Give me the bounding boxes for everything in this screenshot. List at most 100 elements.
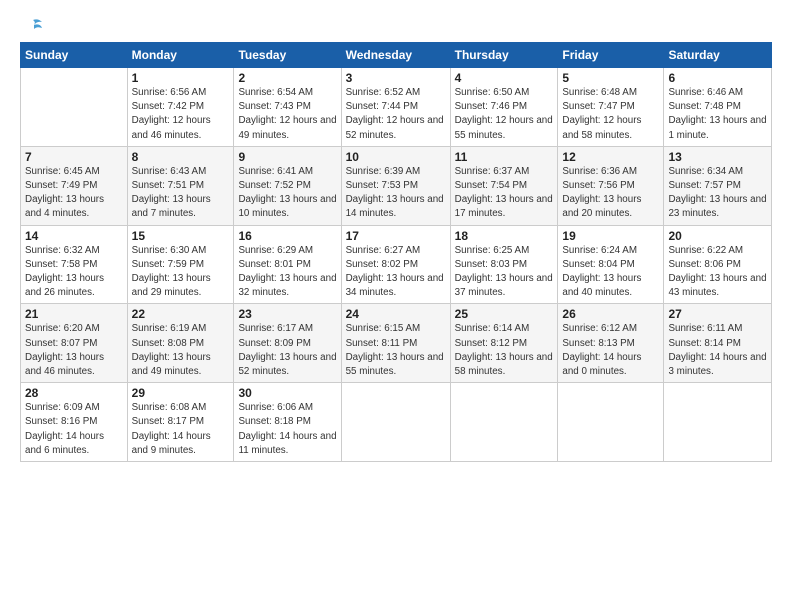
day-number: 6 — [668, 71, 767, 85]
calendar-cell: 29Sunrise: 6:08 AM Sunset: 8:17 PM Dayli… — [127, 383, 234, 462]
day-number: 2 — [238, 71, 336, 85]
day-number: 12 — [562, 150, 659, 164]
day-number: 26 — [562, 307, 659, 321]
calendar-cell: 19Sunrise: 6:24 AM Sunset: 8:04 PM Dayli… — [558, 225, 664, 304]
calendar-cell: 10Sunrise: 6:39 AM Sunset: 7:53 PM Dayli… — [341, 146, 450, 225]
day-number: 24 — [346, 307, 446, 321]
day-info: Sunrise: 6:25 AM Sunset: 8:03 PM Dayligh… — [455, 244, 554, 301]
day-info: Sunrise: 6:43 AM Sunset: 7:51 PM Dayligh… — [132, 165, 230, 222]
calendar-cell: 22Sunrise: 6:19 AM Sunset: 8:08 PM Dayli… — [127, 304, 234, 383]
day-number: 1 — [132, 71, 230, 85]
weekday-header-row: SundayMondayTuesdayWednesdayThursdayFrid… — [21, 43, 772, 68]
day-info: Sunrise: 6:34 AM Sunset: 7:57 PM Dayligh… — [668, 165, 767, 222]
day-info: Sunrise: 6:30 AM Sunset: 7:59 PM Dayligh… — [132, 244, 230, 301]
calendar-cell: 28Sunrise: 6:09 AM Sunset: 8:16 PM Dayli… — [21, 383, 128, 462]
calendar-cell: 11Sunrise: 6:37 AM Sunset: 7:54 PM Dayli… — [450, 146, 558, 225]
calendar-cell: 13Sunrise: 6:34 AM Sunset: 7:57 PM Dayli… — [664, 146, 772, 225]
calendar-cell: 1Sunrise: 6:56 AM Sunset: 7:42 PM Daylig… — [127, 68, 234, 147]
day-info: Sunrise: 6:46 AM Sunset: 7:48 PM Dayligh… — [668, 86, 767, 143]
day-info: Sunrise: 6:19 AM Sunset: 8:08 PM Dayligh… — [132, 322, 230, 379]
day-number: 18 — [455, 229, 554, 243]
day-info: Sunrise: 6:20 AM Sunset: 8:07 PM Dayligh… — [25, 322, 123, 379]
calendar-table: SundayMondayTuesdayWednesdayThursdayFrid… — [20, 42, 772, 462]
day-number: 14 — [25, 229, 123, 243]
day-number: 4 — [455, 71, 554, 85]
calendar-cell: 18Sunrise: 6:25 AM Sunset: 8:03 PM Dayli… — [450, 225, 558, 304]
day-info: Sunrise: 6:27 AM Sunset: 8:02 PM Dayligh… — [346, 244, 446, 301]
day-number: 3 — [346, 71, 446, 85]
calendar-cell: 9Sunrise: 6:41 AM Sunset: 7:52 PM Daylig… — [234, 146, 341, 225]
day-number: 13 — [668, 150, 767, 164]
day-info: Sunrise: 6:37 AM Sunset: 7:54 PM Dayligh… — [455, 165, 554, 222]
day-info: Sunrise: 6:48 AM Sunset: 7:47 PM Dayligh… — [562, 86, 659, 143]
day-number: 27 — [668, 307, 767, 321]
weekday-saturday: Saturday — [664, 43, 772, 68]
day-number: 25 — [455, 307, 554, 321]
day-number: 28 — [25, 386, 123, 400]
day-number: 9 — [238, 150, 336, 164]
calendar-cell: 20Sunrise: 6:22 AM Sunset: 8:06 PM Dayli… — [664, 225, 772, 304]
week-row-1: 1Sunrise: 6:56 AM Sunset: 7:42 PM Daylig… — [21, 68, 772, 147]
day-info: Sunrise: 6:45 AM Sunset: 7:49 PM Dayligh… — [25, 165, 123, 222]
calendar-cell: 14Sunrise: 6:32 AM Sunset: 7:58 PM Dayli… — [21, 225, 128, 304]
header — [20, 16, 772, 34]
weekday-wednesday: Wednesday — [341, 43, 450, 68]
calendar-cell: 16Sunrise: 6:29 AM Sunset: 8:01 PM Dayli… — [234, 225, 341, 304]
day-info: Sunrise: 6:08 AM Sunset: 8:17 PM Dayligh… — [132, 401, 230, 458]
calendar-cell: 2Sunrise: 6:54 AM Sunset: 7:43 PM Daylig… — [234, 68, 341, 147]
calendar-cell: 6Sunrise: 6:46 AM Sunset: 7:48 PM Daylig… — [664, 68, 772, 147]
day-info: Sunrise: 6:09 AM Sunset: 8:16 PM Dayligh… — [25, 401, 123, 458]
page: SundayMondayTuesdayWednesdayThursdayFrid… — [0, 0, 792, 472]
weekday-friday: Friday — [558, 43, 664, 68]
weekday-thursday: Thursday — [450, 43, 558, 68]
weekday-sunday: Sunday — [21, 43, 128, 68]
week-row-4: 21Sunrise: 6:20 AM Sunset: 8:07 PM Dayli… — [21, 304, 772, 383]
day-info: Sunrise: 6:36 AM Sunset: 7:56 PM Dayligh… — [562, 165, 659, 222]
day-info: Sunrise: 6:41 AM Sunset: 7:52 PM Dayligh… — [238, 165, 336, 222]
calendar-cell: 23Sunrise: 6:17 AM Sunset: 8:09 PM Dayli… — [234, 304, 341, 383]
day-number: 10 — [346, 150, 446, 164]
day-number: 21 — [25, 307, 123, 321]
calendar-cell: 7Sunrise: 6:45 AM Sunset: 7:49 PM Daylig… — [21, 146, 128, 225]
weekday-monday: Monday — [127, 43, 234, 68]
day-info: Sunrise: 6:24 AM Sunset: 8:04 PM Dayligh… — [562, 244, 659, 301]
day-info: Sunrise: 6:14 AM Sunset: 8:12 PM Dayligh… — [455, 322, 554, 379]
calendar-cell — [21, 68, 128, 147]
calendar-cell: 21Sunrise: 6:20 AM Sunset: 8:07 PM Dayli… — [21, 304, 128, 383]
calendar-cell: 26Sunrise: 6:12 AM Sunset: 8:13 PM Dayli… — [558, 304, 664, 383]
day-info: Sunrise: 6:12 AM Sunset: 8:13 PM Dayligh… — [562, 322, 659, 379]
day-info: Sunrise: 6:50 AM Sunset: 7:46 PM Dayligh… — [455, 86, 554, 143]
calendar-cell: 15Sunrise: 6:30 AM Sunset: 7:59 PM Dayli… — [127, 225, 234, 304]
day-info: Sunrise: 6:15 AM Sunset: 8:11 PM Dayligh… — [346, 322, 446, 379]
day-number: 5 — [562, 71, 659, 85]
day-number: 7 — [25, 150, 123, 164]
day-number: 16 — [238, 229, 336, 243]
day-number: 23 — [238, 307, 336, 321]
day-info: Sunrise: 6:54 AM Sunset: 7:43 PM Dayligh… — [238, 86, 336, 143]
weekday-tuesday: Tuesday — [234, 43, 341, 68]
day-number: 15 — [132, 229, 230, 243]
calendar-cell: 25Sunrise: 6:14 AM Sunset: 8:12 PM Dayli… — [450, 304, 558, 383]
day-number: 11 — [455, 150, 554, 164]
day-number: 20 — [668, 229, 767, 243]
calendar-cell: 12Sunrise: 6:36 AM Sunset: 7:56 PM Dayli… — [558, 146, 664, 225]
day-info: Sunrise: 6:11 AM Sunset: 8:14 PM Dayligh… — [668, 322, 767, 379]
day-info: Sunrise: 6:29 AM Sunset: 8:01 PM Dayligh… — [238, 244, 336, 301]
day-info: Sunrise: 6:22 AM Sunset: 8:06 PM Dayligh… — [668, 244, 767, 301]
day-info: Sunrise: 6:32 AM Sunset: 7:58 PM Dayligh… — [25, 244, 123, 301]
day-number: 22 — [132, 307, 230, 321]
calendar-cell — [341, 383, 450, 462]
calendar-cell: 27Sunrise: 6:11 AM Sunset: 8:14 PM Dayli… — [664, 304, 772, 383]
week-row-3: 14Sunrise: 6:32 AM Sunset: 7:58 PM Dayli… — [21, 225, 772, 304]
day-number: 29 — [132, 386, 230, 400]
day-info: Sunrise: 6:56 AM Sunset: 7:42 PM Dayligh… — [132, 86, 230, 143]
calendar-cell: 3Sunrise: 6:52 AM Sunset: 7:44 PM Daylig… — [341, 68, 450, 147]
day-number: 19 — [562, 229, 659, 243]
day-info: Sunrise: 6:39 AM Sunset: 7:53 PM Dayligh… — [346, 165, 446, 222]
logo-bird-icon — [22, 16, 44, 38]
day-number: 17 — [346, 229, 446, 243]
week-row-5: 28Sunrise: 6:09 AM Sunset: 8:16 PM Dayli… — [21, 383, 772, 462]
calendar-cell: 24Sunrise: 6:15 AM Sunset: 8:11 PM Dayli… — [341, 304, 450, 383]
day-number: 30 — [238, 386, 336, 400]
day-info: Sunrise: 6:17 AM Sunset: 8:09 PM Dayligh… — [238, 322, 336, 379]
